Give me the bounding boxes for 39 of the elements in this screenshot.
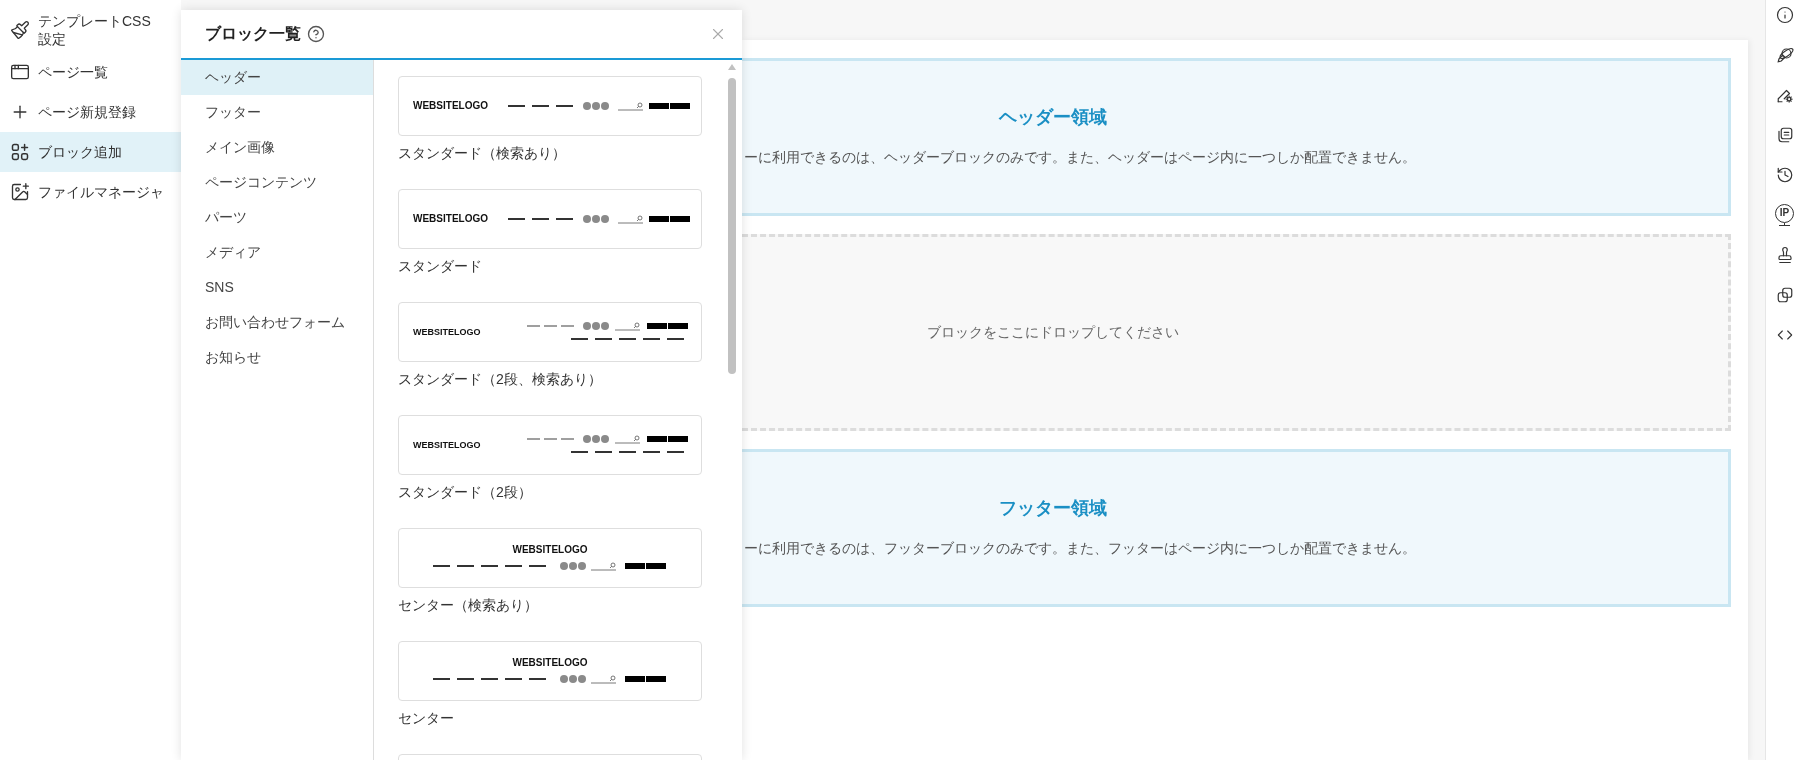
logo-text: WEBSITELOGO: [413, 101, 488, 111]
area-title: ヘッダー領域: [999, 106, 1107, 129]
panel-title: ブロック一覧: [205, 24, 301, 44]
block-preview[interactable]: WEBSITELOGO: [398, 415, 702, 475]
area-description: ーに利用できるのは、ヘッダーブロックのみです。また、ヘッダーはページ内に一つしか配置できません。: [744, 149, 1416, 167]
help-icon[interactable]: [307, 25, 325, 43]
logo-text: WEBSITELOGO: [413, 440, 481, 450]
logo-text: WEBSITELOGO: [413, 214, 488, 224]
history-icon[interactable]: [1775, 166, 1794, 184]
block-label: センター（検索あり）: [398, 596, 538, 615]
block-label: センター: [398, 709, 454, 728]
category-item[interactable]: ヘッダー: [181, 60, 373, 95]
info-icon[interactable]: [1775, 6, 1794, 24]
block-preview[interactable]: WEBSITELOGO: [398, 528, 702, 588]
logo-text: WEBSITELOGO: [512, 545, 588, 555]
block-preview[interactable]: WEBSITELOGO: [398, 76, 702, 136]
stacked-notes-icon[interactable]: [1775, 126, 1794, 144]
code-icon[interactable]: [1776, 327, 1793, 343]
image-plus-icon: [10, 182, 30, 202]
paintbrush-icon: [10, 20, 30, 40]
scrollbar-thumb[interactable]: [727, 78, 736, 374]
stamp-icon[interactable]: [1775, 246, 1794, 264]
orbit-pencil-icon[interactable]: [1775, 46, 1794, 64]
logo-text: WEBSITELOGO: [512, 658, 588, 668]
sidebar-item[interactable]: ブロック追加: [0, 132, 181, 172]
drop-hint: ブロックをここにドロップしてください: [927, 323, 1179, 342]
block-label: スタンダード: [398, 257, 482, 276]
block-label: スタンダード（2段）: [398, 483, 532, 502]
block-label: スタンダード（検索あり）: [398, 144, 566, 163]
logo-text: WEBSITELOGO: [413, 327, 481, 337]
block-label: スタンダード（2段、検索あり）: [398, 370, 602, 389]
block-preview[interactable]: WEBSITELOGO: [398, 641, 702, 701]
window-icon: [10, 62, 30, 82]
area-title: フッター領域: [999, 497, 1107, 520]
overlapping-squares-icon[interactable]: [1775, 286, 1794, 304]
block-preview[interactable]: WEBSITELOGO: [398, 189, 702, 249]
block-preview[interactable]: WEBSITELOGO: [398, 302, 702, 362]
blocks-plus-icon: [10, 142, 30, 162]
area-description: ーに利用できるのは、フッターブロックのみです。また、フッターはページ内に一つしか配置できません。: [744, 540, 1416, 558]
